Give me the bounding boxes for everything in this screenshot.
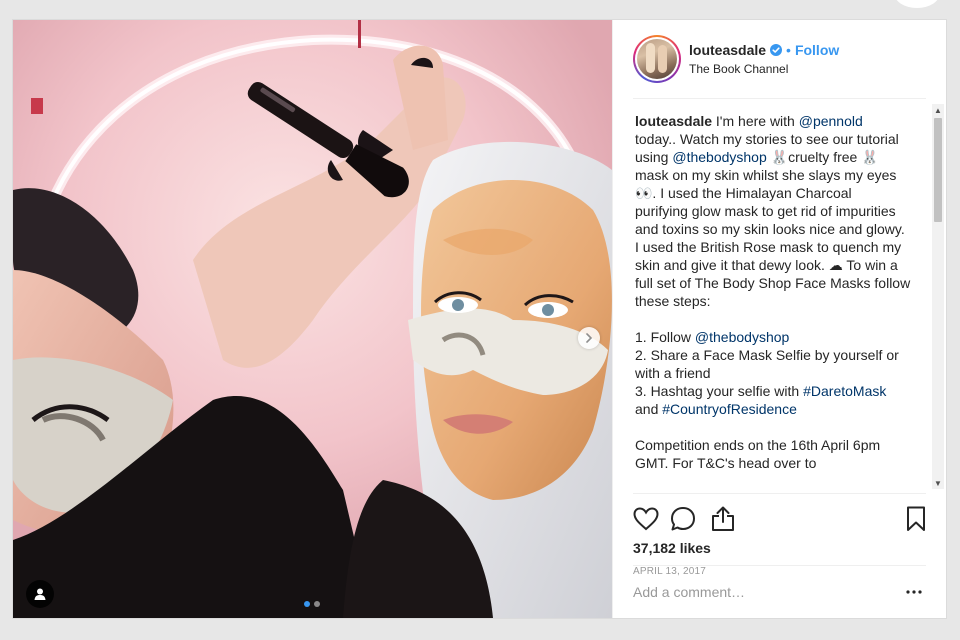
caption-line: with a friend <box>635 364 913 382</box>
follow-button[interactable]: Follow <box>795 42 839 58</box>
caption-text: these steps: <box>635 293 711 309</box>
scroll-thumb[interactable] <box>934 118 942 222</box>
caption-line: purifying glow mask to get rid of impuri… <box>635 202 913 220</box>
caption-line: 1. Follow @thebodyshop <box>635 328 913 346</box>
caption-mention-link[interactable]: @thebodyshop <box>672 149 766 165</box>
caption-line: I used the British Rose mask to quench m… <box>635 238 913 256</box>
caption-text: 👀. I used the Himalayan Charcoal <box>635 185 852 201</box>
user-tag-button[interactable] <box>26 580 54 608</box>
caption-line: 3. Hashtag your selfie with #DaretoMask <box>635 382 913 400</box>
caption-line: GMT. For T&C's head over to <box>635 454 913 472</box>
save-button[interactable] <box>886 499 926 539</box>
likes-count[interactable]: 37,182 likes <box>633 540 926 556</box>
scroll-down-arrow-icon[interactable]: ▼ <box>932 477 944 489</box>
caption-line: today.. Watch my stories to see our tuto… <box>635 130 913 148</box>
caption-line: and toxins so my skin looks nice and glo… <box>635 220 913 238</box>
caption-text: Competition ends on the 16th April 6pm <box>635 437 881 453</box>
avatar[interactable] <box>637 39 677 79</box>
caption-text: with a friend <box>635 365 711 381</box>
caption-text: GMT. For T&C's head over to <box>635 455 817 471</box>
caption-text: using <box>635 149 673 165</box>
comment-input[interactable] <box>633 584 902 600</box>
chevron-right-icon <box>586 333 593 343</box>
caption-text: skin and give it that dewy look. ☁ To wi… <box>635 257 898 273</box>
carousel-dot-active <box>304 601 310 607</box>
caption-text: today.. Watch my stories to see our tuto… <box>635 131 899 147</box>
like-button[interactable] <box>633 499 663 539</box>
caption-scroll-area[interactable]: louteasdale I'm here with @pennold today… <box>613 100 947 493</box>
caption-text: 🐰cruelty free 🐰 <box>766 149 879 165</box>
caption-text: purifying glow mask to get rid of impuri… <box>635 203 896 219</box>
post-media[interactable] <box>13 20 612 618</box>
verified-badge-icon <box>770 44 783 56</box>
caption-mention-link[interactable]: @pennold <box>799 113 863 129</box>
caption: louteasdale I'm here with @pennold today… <box>613 100 931 472</box>
author-username[interactable]: louteasdale <box>689 42 766 58</box>
caption-line: using @thebodyshop 🐰cruelty free 🐰 <box>635 148 913 166</box>
caption-line: 👀. I used the Himalayan Charcoal <box>635 184 913 202</box>
share-button[interactable] <box>703 499 743 539</box>
caption-line: these steps: <box>635 292 913 310</box>
caption-line: Competition ends on the 16th April 6pm <box>635 436 913 454</box>
caption-text: and <box>635 401 663 417</box>
comment-button[interactable] <box>663 499 703 539</box>
bookmark-icon <box>907 506 925 531</box>
heart-outline-icon <box>633 507 659 531</box>
speech-bubble-icon <box>671 507 695 531</box>
share-upload-icon <box>712 506 734 531</box>
caption-text: and toxins so my skin looks nice and glo… <box>635 221 905 237</box>
caption-line: louteasdale I'm here with @pennold <box>635 112 913 130</box>
caption-line: full set of The Body Shop Face Masks fol… <box>635 274 913 292</box>
location-link[interactable]: The Book Channel <box>689 62 839 76</box>
post-side-panel: louteasdale • Follow The Book Channel lo… <box>612 20 946 618</box>
carousel-next-button[interactable] <box>578 327 600 349</box>
caption-mention-link[interactable]: #DaretoMask <box>803 383 886 399</box>
story-ring[interactable] <box>633 35 681 83</box>
post-header: louteasdale • Follow The Book Channel <box>633 20 926 99</box>
carousel-indicator <box>304 601 320 607</box>
caption-text: 1. Follow <box>635 329 695 345</box>
caption-line: skin and give it that dewy look. ☁ To wi… <box>635 256 913 274</box>
user-tag-icon <box>34 588 46 600</box>
post-photo <box>13 20 612 618</box>
more-options-button[interactable] <box>902 580 926 604</box>
caption-line: and #CountryofResidence <box>635 400 913 418</box>
top-corner-shape <box>894 0 940 8</box>
caption-line: 2. Share a Face Mask Selfie by yourself … <box>635 346 913 364</box>
separator-dot: • <box>786 42 791 58</box>
caption-scrollbar[interactable]: ▲ ▼ <box>932 104 944 489</box>
caption-mention-link[interactable]: #CountryofResidence <box>662 401 797 417</box>
scroll-up-arrow-icon[interactable]: ▲ <box>932 104 944 116</box>
action-bar <box>633 494 926 540</box>
caption-text: full set of The Body Shop Face Masks fol… <box>635 275 911 291</box>
caption-text: I'm here with <box>712 113 799 129</box>
caption-mention-link[interactable]: @thebodyshop <box>695 329 789 345</box>
comment-bar <box>633 565 926 618</box>
caption-text: 3. Hashtag your selfie with <box>635 383 804 399</box>
caption-text: 2. Share a Face Mask Selfie by yourself … <box>635 347 899 363</box>
ellipsis-icon <box>906 590 922 594</box>
caption-line: mask on my skin whilst she slays my eyes <box>635 166 913 184</box>
caption-text: I used the British Rose mask to quench m… <box>635 239 902 255</box>
carousel-dot <box>314 601 320 607</box>
caption-username[interactable]: louteasdale <box>635 113 712 129</box>
post-modal: louteasdale • Follow The Book Channel lo… <box>12 19 947 619</box>
caption-text: mask on my skin whilst she slays my eyes <box>635 167 897 183</box>
